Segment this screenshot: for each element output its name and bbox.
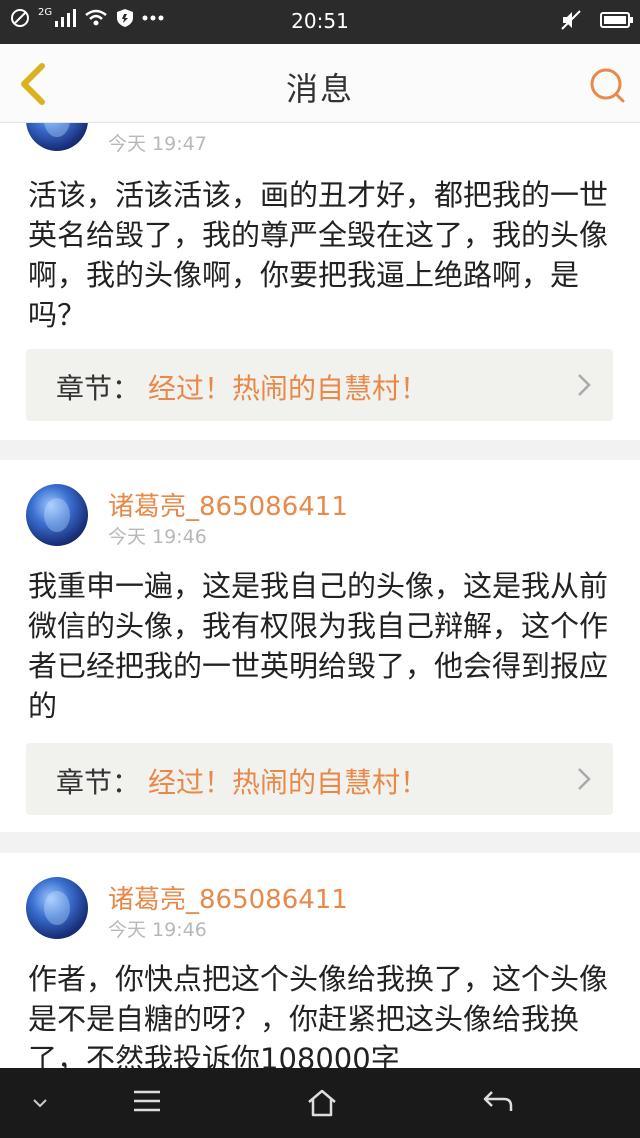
menu-icon[interactable] [132, 1088, 162, 1114]
status-right [560, 9, 633, 31]
username[interactable]: 诸葛亮_865086411 [108, 486, 348, 523]
back-arrow-icon[interactable] [482, 1088, 514, 1114]
message-text: 作者，你快点把这个头像给我换了，这个头像是不是自糖的呀？，你赶紧把这头像给我换了… [28, 962, 609, 1068]
nav-bar: 消息 [0, 44, 640, 123]
status-bar: 2G 20:51 [0, 0, 640, 44]
search-icon[interactable] [588, 66, 626, 104]
post-time: 今天 19:46 [108, 526, 207, 548]
message-card: 今天 19:47 活该，活该活该，画的丑才好，都把我的一世英名给毁了，我的尊严全… [0, 123, 640, 440]
message-list[interactable]: 今天 19:47 活该，活该活该，画的丑才好，都把我的一世英名给毁了，我的尊严全… [0, 123, 640, 1068]
avatar[interactable] [26, 877, 88, 939]
username[interactable]: 诸葛亮_865086411 [108, 879, 348, 916]
message-text: 活该，活该活该，画的丑才好，都把我的一世英名给毁了，我的尊严全毁在这了，我的头像… [28, 178, 609, 332]
page-title: 消息 [285, 70, 354, 108]
system-nav-bar [0, 1068, 640, 1138]
message-text: 我重申一遍，这是我自己的头像，这是我从前微信的头像，我有权限为我自己辩解，这个作… [28, 569, 609, 723]
chapter-link[interactable]: 章节： 经过！热闹的自慧村！ [26, 743, 613, 815]
post-time: 今天 19:47 [108, 133, 207, 155]
chevron-down-icon[interactable] [32, 1098, 48, 1108]
chapter-label: 章节： [56, 372, 141, 405]
post-time: 今天 19:46 [108, 919, 207, 941]
chapter-title: 经过！热闹的自慧村！ [148, 372, 429, 405]
chevron-right-icon [578, 374, 591, 396]
avatar[interactable] [26, 123, 88, 151]
chevron-right-icon [578, 768, 591, 790]
status-time: 20:51 [291, 9, 349, 33]
battery-icon [600, 12, 633, 28]
avatar[interactable] [26, 484, 88, 546]
home-icon[interactable] [306, 1088, 338, 1118]
chapter-link[interactable]: 章节： 经过！热闹的自慧村！ [26, 349, 613, 421]
message-card: 诸葛亮_865086411 今天 19:46 作者，你快点把这个头像给我换了，这… [0, 853, 640, 1068]
mute-icon [561, 10, 581, 30]
chapter-label: 章节： [56, 766, 141, 799]
chapter-title: 经过！热闹的自慧村！ [148, 766, 429, 799]
message-card: 诸葛亮_865086411 今天 19:46 我重申一遍，这是我自己的头像，这是… [0, 460, 640, 832]
